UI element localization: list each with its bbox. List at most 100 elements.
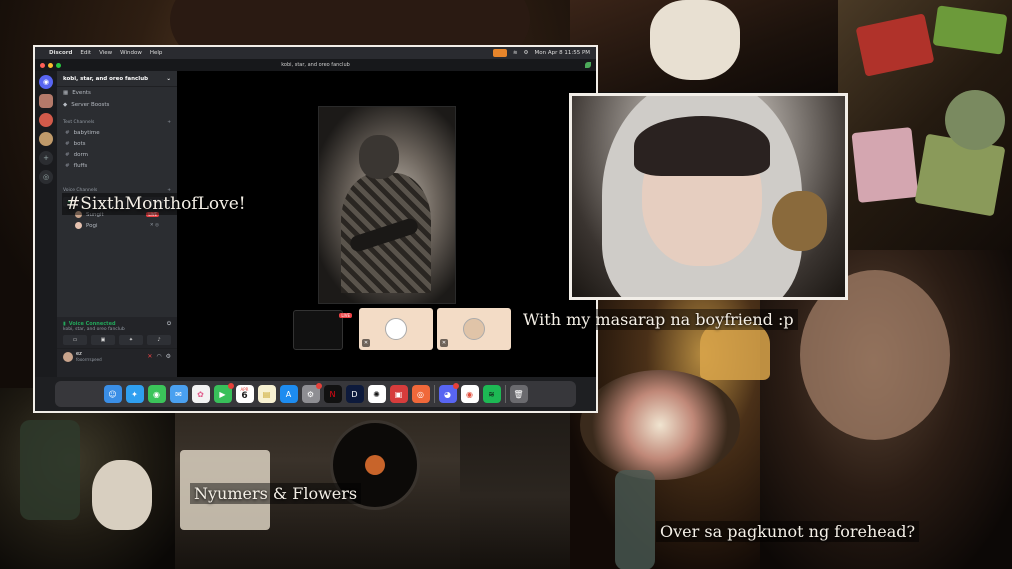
server-rail: ◉ + ◎ (35, 71, 57, 377)
activities-button[interactable]: ✦ (119, 335, 143, 345)
avatar (75, 222, 82, 229)
control-center-icon[interactable]: ⚙ (524, 50, 529, 56)
caption-hashtag: #SixthMonthofLove! (62, 193, 250, 215)
server-icon-2[interactable] (39, 113, 53, 127)
nav-events-label: Events (72, 90, 91, 96)
snack-box-pink (851, 127, 919, 203)
boost-icon: ◆ (63, 102, 68, 108)
notes-icon[interactable]: ▤ (257, 385, 276, 403)
add-voice-channel-icon[interactable]: + (167, 188, 171, 193)
menubar-view[interactable]: View (99, 50, 112, 56)
nav-boosts-label: Server Boosts (71, 102, 110, 108)
window-title: kobi, star, and oreo fanclub (281, 62, 350, 68)
channel-dorm[interactable]: # dorm (57, 149, 177, 160)
server-name: kobi, star, and oreo fanclub (63, 75, 149, 82)
channel-bots[interactable]: # bots (57, 138, 177, 149)
menubar-help[interactable]: Help (150, 50, 163, 56)
channel-fluffs[interactable]: # fluffs (57, 160, 177, 171)
text-channels-category[interactable]: Text Channels + (57, 117, 177, 127)
safari-icon[interactable]: ✦ (125, 385, 144, 403)
voice-user-pogi[interactable]: Pogi ✕ ◎ (57, 220, 177, 231)
channel-sidebar: kobi, star, and oreo fanclub ⌄ ▦ Events … (57, 71, 177, 377)
chrome-icon[interactable]: ◉ (460, 385, 479, 403)
photos-icon[interactable]: ✿ (191, 385, 210, 403)
trash-icon[interactable]: 🗑 (509, 385, 528, 403)
notification-badge (452, 383, 459, 389)
menubar-edit[interactable]: Edit (80, 50, 91, 56)
mail-icon[interactable]: ✉ (169, 385, 188, 403)
hash-icon: # (65, 140, 70, 147)
channel-babytime[interactable]: # babytime (57, 127, 177, 138)
avatar (463, 318, 485, 340)
plush-dog-shape (650, 0, 740, 80)
participant-tile-1[interactable]: ✕ (359, 308, 433, 350)
avatar[interactable] (63, 351, 73, 362)
mute-mic-icon[interactable]: ✕ (147, 353, 152, 360)
screen-share-stream[interactable] (318, 106, 456, 304)
participant-tiles: LIVE ✕ ✕ (293, 308, 511, 350)
menubar-app-name[interactable]: Discord (49, 50, 72, 56)
notification-badge (227, 383, 234, 389)
photo-shelf (460, 388, 570, 569)
add-channel-icon[interactable]: + (167, 120, 171, 125)
headphones-icon[interactable]: ◠ (156, 353, 161, 360)
mac-menubar: Discord Edit View Window Help ≋ ⚙ Mon Ap… (35, 47, 596, 59)
facetime-icon[interactable]: ▶ (213, 383, 234, 403)
channel-label: dorm (73, 151, 88, 158)
nav-events[interactable]: ▦ Events (57, 87, 177, 99)
voice-connected-header[interactable]: ▮ Voice Connected ⏻ (57, 317, 177, 327)
disney-plus-icon[interactable]: D (345, 385, 364, 403)
messages-icon[interactable]: ◉ (147, 385, 166, 403)
caption-nyumers-flowers: Nyumers & Flowers (190, 483, 362, 504)
discord-icon[interactable]: ◕ (438, 383, 459, 403)
spotify-icon[interactable]: ≋ (482, 385, 501, 403)
vase-shape (615, 470, 655, 569)
user-status: fooorrrspeed (76, 357, 102, 362)
dock-separator (504, 385, 506, 403)
hash-icon: # (65, 151, 70, 158)
netflix-icon[interactable]: N (323, 385, 342, 403)
voice-connected-panel: ▮ Voice Connected ⏻ kobi, star, and oreo… (57, 317, 177, 377)
disconnect-icon[interactable]: ⏻ (167, 321, 171, 327)
chatgpt-icon[interactable]: ✺ (367, 385, 386, 403)
participant-tile-2[interactable]: ✕ (437, 308, 511, 350)
calendar-icon[interactable]: APR 6 (235, 385, 254, 403)
soundboard-button[interactable]: ♪ (147, 335, 171, 345)
participant-tile-stream[interactable]: LIVE (293, 310, 352, 350)
cookie-shape (772, 191, 827, 251)
discord-app: ◉ + ◎ kobi, star, and oreo fanclub ⌄ ▦ E… (35, 71, 596, 377)
stream-stage: LIVE ✕ ✕ (177, 71, 596, 377)
channel-label: bots (73, 140, 86, 147)
camera-button[interactable]: ▭ (63, 335, 87, 345)
server-header[interactable]: kobi, star, and oreo fanclub ⌄ (57, 71, 177, 87)
system-settings-icon[interactable]: ⚙ (301, 383, 322, 403)
hair-bangs-shape (634, 116, 770, 176)
channel-label: fluffs (73, 162, 88, 169)
explore-servers-icon[interactable]: ◎ (39, 170, 53, 184)
settings-gear-icon[interactable]: ⚙ (166, 353, 171, 360)
red-app-icon[interactable]: ▣ (389, 385, 408, 403)
add-server-icon[interactable]: + (39, 151, 53, 165)
voice-user-name: Pogi (86, 222, 98, 229)
menubar-datetime[interactable]: Mon Apr 8 11:55 PM (534, 50, 590, 56)
server-icon-3[interactable] (39, 132, 53, 146)
notification-badge (315, 383, 322, 389)
user-panel[interactable]: ez fooorrrspeed ✕ ◠ ⚙ (57, 348, 177, 364)
text-category-label: Text Channels (63, 119, 95, 125)
screen-share-button[interactable]: ▣ (91, 335, 115, 345)
dock-separator (433, 385, 435, 403)
menubar-status-icon[interactable] (492, 49, 507, 57)
muted-mic-icon: ✕ (362, 339, 370, 347)
wifi-icon[interactable]: ≋ (513, 50, 518, 56)
nav-server-boosts[interactable]: ◆ Server Boosts (57, 99, 177, 111)
channel-label: babytime (73, 129, 100, 136)
orange-app-icon[interactable]: ◎ (411, 385, 430, 403)
jar-shape (20, 420, 80, 520)
finder-icon[interactable]: ☺ (103, 385, 122, 403)
menubar-window[interactable]: Window (120, 50, 142, 56)
server-icon-1[interactable] (39, 94, 53, 108)
discord-home-icon[interactable]: ◉ (39, 75, 53, 89)
app-store-icon[interactable]: A (279, 385, 298, 403)
hash-icon: # (65, 162, 70, 169)
chevron-down-icon: ⌄ (166, 75, 171, 82)
